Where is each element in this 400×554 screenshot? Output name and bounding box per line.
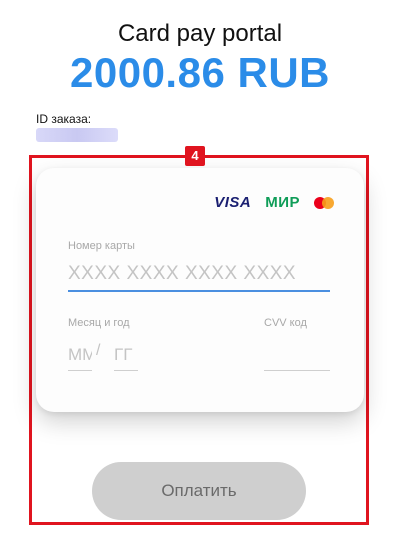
mir-logo: МИР <box>265 194 300 211</box>
expiry-month-input[interactable] <box>68 340 92 371</box>
portal-title: Card pay portal <box>117 20 283 47</box>
order-id-label: ID заказа: <box>36 112 92 126</box>
expiry-separator: / <box>96 342 101 359</box>
order-id-value-redacted <box>36 128 118 142</box>
expiry-year-input[interactable] <box>114 340 138 371</box>
card-form: VISA МИР Номер карты Месяц и год / CVV к… <box>36 168 364 412</box>
card-number-input[interactable] <box>68 258 330 292</box>
highlight-badge: 4 <box>185 146 205 166</box>
mastercard-logo-icon <box>314 196 336 209</box>
payment-amount: 2000.86 RUB <box>70 49 330 96</box>
pay-button[interactable]: Оплатить <box>92 462 306 520</box>
expiry-label: Месяц и год <box>68 317 130 329</box>
cvv-label: CVV код <box>264 317 307 329</box>
payment-page: Card pay portal 2000.86 RUB ID заказа: V… <box>0 0 400 554</box>
card-number-label: Номер карты <box>68 240 135 252</box>
cvv-input[interactable] <box>264 340 330 371</box>
visa-logo: VISA <box>214 194 252 211</box>
card-brands: VISA МИР <box>214 194 336 211</box>
